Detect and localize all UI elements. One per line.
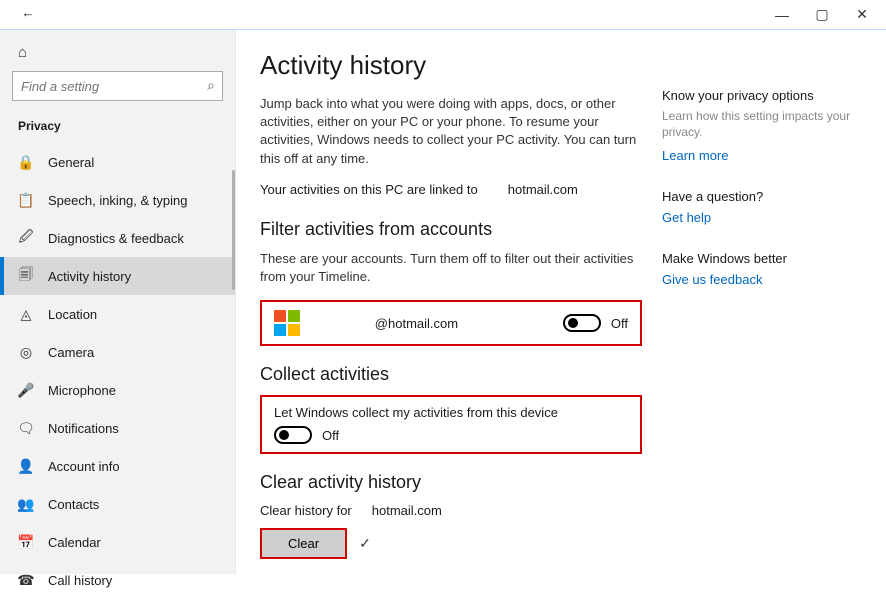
activity-history-icon: 🗐 bbox=[18, 268, 34, 284]
sidebar-item-label: Notifications bbox=[48, 421, 119, 436]
filter-account-box: @hotmail.com Off bbox=[260, 300, 642, 346]
privacy-options-sub: Learn how this setting impacts your priv… bbox=[662, 109, 862, 140]
search-input[interactable] bbox=[12, 71, 223, 101]
clear-heading: Clear activity history bbox=[260, 472, 642, 493]
sidebar-item-contacts[interactable]: 👥 Contacts bbox=[0, 485, 235, 523]
page-title: Activity history bbox=[260, 50, 642, 81]
sidebar-item-label: Activity history bbox=[48, 269, 131, 284]
learn-more-link[interactable]: Learn more bbox=[662, 148, 862, 163]
linked-account: hotmail.com bbox=[508, 182, 578, 197]
better-title: Make Windows better bbox=[662, 251, 862, 266]
speech-inking-typing-icon: 📋 bbox=[18, 192, 34, 208]
sidebar-item-call-history[interactable]: ☎ Call history bbox=[0, 561, 235, 599]
sidebar-item-calendar[interactable]: 📅 Calendar bbox=[0, 523, 235, 561]
diagnostics-feedback-icon: 🖉 bbox=[18, 230, 34, 246]
question-title: Have a question? bbox=[662, 189, 862, 204]
filter-desc: These are your accounts. Turn them off t… bbox=[260, 250, 642, 286]
collect-box: Let Windows collect my activities from t… bbox=[260, 395, 642, 454]
sidebar-item-microphone[interactable]: 🎤 Microphone bbox=[0, 371, 235, 409]
account-info-icon: 👤 bbox=[18, 458, 34, 474]
sidebar-item-label: Camera bbox=[48, 345, 94, 360]
collect-desc: Let Windows collect my activities from t… bbox=[274, 405, 628, 420]
clear-button[interactable]: Clear bbox=[260, 528, 347, 559]
location-icon: ◬ bbox=[18, 306, 34, 322]
maximize-button[interactable]: ▢ bbox=[802, 1, 842, 29]
close-button[interactable]: ✕ bbox=[842, 1, 882, 29]
search-icon: ⌕ bbox=[207, 77, 215, 94]
check-icon: ✓ bbox=[359, 535, 371, 552]
linked-prefix: Your activities on this PC are linked to bbox=[260, 182, 478, 197]
sidebar-item-label: Diagnostics & feedback bbox=[48, 231, 184, 246]
microsoft-logo-icon bbox=[274, 310, 300, 336]
filter-heading: Filter activities from accounts bbox=[260, 219, 642, 240]
sidebar-item-account-info[interactable]: 👤 Account info bbox=[0, 447, 235, 485]
contacts-icon: 👥 bbox=[18, 496, 34, 512]
minimize-button[interactable]: — bbox=[762, 1, 802, 29]
account-email: @hotmail.com bbox=[314, 316, 549, 331]
sidebar-item-label: General bbox=[48, 155, 94, 170]
general-icon: 🔒 bbox=[18, 154, 34, 170]
sidebar-item-camera[interactable]: ◎ Camera bbox=[0, 333, 235, 371]
sidebar-item-activity-history[interactable]: 🗐 Activity history bbox=[0, 257, 235, 295]
microphone-icon: 🎤 bbox=[18, 382, 34, 398]
sidebar-item-location[interactable]: ◬ Location bbox=[0, 295, 235, 333]
sidebar-item-label: Speech, inking, & typing bbox=[48, 193, 187, 208]
calendar-icon: 📅 bbox=[18, 534, 34, 550]
collect-toggle[interactable] bbox=[274, 426, 312, 444]
collect-heading: Collect activities bbox=[260, 364, 642, 385]
sidebar-title: Privacy bbox=[0, 113, 235, 143]
feedback-link[interactable]: Give us feedback bbox=[662, 272, 862, 287]
notifications-icon: 🗨 bbox=[18, 420, 34, 436]
sidebar-item-label: Calendar bbox=[48, 535, 101, 550]
sidebar-item-label: Location bbox=[48, 307, 97, 322]
home-icon[interactable]: ⌂ bbox=[0, 38, 235, 71]
camera-icon: ◎ bbox=[18, 344, 34, 360]
intro-text: Jump back into what you were doing with … bbox=[260, 95, 642, 168]
clear-prefix: Clear history for bbox=[260, 503, 352, 518]
filter-toggle-label: Off bbox=[611, 316, 628, 331]
call-history-icon: ☎ bbox=[18, 572, 34, 588]
sidebar-item-label: Call history bbox=[48, 573, 112, 588]
clear-account: hotmail.com bbox=[372, 503, 442, 518]
back-button[interactable]: ← bbox=[8, 0, 48, 30]
sidebar-item-speech-inking-typing[interactable]: 📋 Speech, inking, & typing bbox=[0, 181, 235, 219]
sidebar-item-diagnostics-feedback[interactable]: 🖉 Diagnostics & feedback bbox=[0, 219, 235, 257]
sidebar-item-label: Contacts bbox=[48, 497, 99, 512]
sidebar-item-label: Microphone bbox=[48, 383, 116, 398]
sidebar: ← ⌂ ⌕ Privacy 🔒General📋Speech, inking, &… bbox=[0, 30, 236, 574]
window-titlebar: — ▢ ✕ bbox=[0, 0, 886, 30]
get-help-link[interactable]: Get help bbox=[662, 210, 862, 225]
filter-account-toggle[interactable] bbox=[563, 314, 601, 332]
sidebar-item-general[interactable]: 🔒 General bbox=[0, 143, 235, 181]
privacy-options-title: Know your privacy options bbox=[662, 88, 862, 103]
collect-toggle-label: Off bbox=[322, 428, 339, 443]
sidebar-item-notifications[interactable]: 🗨 Notifications bbox=[0, 409, 235, 447]
sidebar-item-label: Account info bbox=[48, 459, 120, 474]
sidebar-scrollbar[interactable] bbox=[232, 170, 235, 290]
